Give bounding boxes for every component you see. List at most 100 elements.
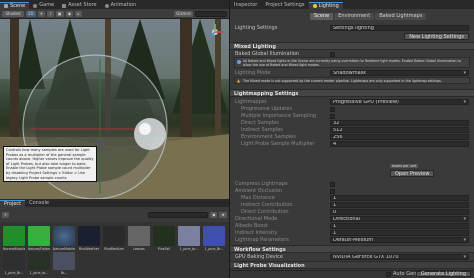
indirect-contribution-input[interactable]: 1 (330, 202, 469, 208)
asset-item[interactable]: 1_pine_br... (178, 226, 200, 251)
asset-item[interactable]: Leaves (128, 226, 150, 251)
asset-label: PineTall (157, 247, 171, 251)
subtab-baked-lightmaps[interactable]: Baked Lightmaps (375, 13, 427, 20)
asset-label: Nature/FoldedNorm (28, 247, 50, 251)
generate-lighting-button[interactable]: Generate Lighting (415, 271, 471, 277)
new-lighting-settings-button[interactable]: New Lighting Settings (404, 33, 469, 40)
mixed-lighting-header[interactable]: Mixed Lighting (230, 42, 474, 50)
light-probe-multiplier-input[interactable]: 4 (330, 141, 469, 147)
asset-thumbnail (53, 226, 75, 246)
direct-contribution-input[interactable]: 0 (330, 209, 469, 215)
tab-label: Project (4, 200, 22, 207)
auto-generate-checkbox[interactable] (386, 271, 391, 277)
asset-thumbnail (28, 252, 50, 270)
asset-item[interactable]: RhoMedium (103, 226, 125, 251)
2d-toggle[interactable]: 2D (26, 10, 36, 17)
asset-item[interactable]: Nature/FoldedNorm (28, 226, 50, 251)
indirect-samples-row: Indirect Samples 512 (235, 127, 469, 133)
light-probe-tooltip: Controls how many samples are used for L… (3, 146, 97, 183)
asset-item[interactable]: Br... (53, 252, 75, 275)
camera-settings-icon[interactable]: ⌂ (75, 10, 82, 17)
baked-gi-checkbox[interactable] (330, 51, 335, 57)
indirect-intensity-input[interactable]: 1 (330, 230, 469, 236)
tab-label: Inspector (234, 2, 258, 8)
favorite-icon[interactable]: ★ (219, 211, 227, 218)
progressive-updates-row: Progressive Updates (235, 106, 469, 112)
tab-project[interactable]: Project (0, 200, 26, 207)
albedo-boost-input[interactable]: 1 (330, 223, 469, 229)
effects-dropdown-icon[interactable]: ▣ (55, 10, 64, 17)
subtab-scene[interactable]: Scene (310, 13, 334, 20)
hidden-objects-icon[interactable]: ◉ (65, 10, 74, 17)
filter-icon[interactable]: ◆ (210, 211, 218, 218)
tab-console[interactable]: Console (25, 200, 53, 207)
gpu-device-dropdown[interactable]: NVIDIA GeForce GTX 1070 (330, 254, 469, 260)
environment-samples-row: Environment Samples 256 (235, 134, 469, 140)
progressive-updates-checkbox[interactable] (330, 106, 335, 112)
asset-item[interactable]: 1_pine_Br... (203, 226, 225, 251)
info-icon (237, 60, 241, 64)
texels-hint: texels per unit (390, 164, 419, 168)
asset-grid: NormalMobile Nature/FoldedNorm NatureMob… (0, 222, 229, 278)
lightmapper-dropdown[interactable]: Progressive GPU (Preview) (330, 99, 469, 105)
lighting-mode-label: Lighting Mode (235, 70, 271, 76)
direct-samples-input[interactable]: 32 (330, 120, 469, 126)
open-preview-button[interactable]: Open Preview (390, 170, 435, 177)
scene-search-input[interactable] (195, 10, 227, 17)
indirect-intensity-row: Indirect Intensity 1 (235, 230, 469, 236)
lightmapping-header[interactable]: Lightmapping Settings (230, 89, 474, 97)
max-distance-input[interactable]: 1 (330, 195, 469, 201)
audio-toggle-icon[interactable]: ♪ (47, 10, 54, 17)
lighting-mode-dropdown[interactable]: Shadowmask (330, 70, 469, 76)
asset-item[interactable]: NatureMobile (53, 226, 75, 251)
asset-thumbnail (128, 226, 150, 246)
tab-game[interactable]: Game (29, 2, 58, 9)
setting-label: Multiple Importance Sampling (241, 113, 317, 119)
tab-inspector[interactable]: Inspector (230, 2, 261, 9)
setting-label: Albedo Boost (235, 223, 268, 229)
lighting-settings-field[interactable]: Settings lighting (330, 25, 469, 31)
asset-item[interactable]: PineTall (153, 226, 175, 251)
shading-mode-dropdown[interactable]: Shaded (2, 10, 24, 17)
light-probe-visualization-header[interactable]: Light Probe Visualization (230, 261, 474, 269)
indirect-samples-input[interactable]: 512 (330, 127, 469, 133)
asset-label: RhoWeather (78, 247, 100, 251)
add-asset-button[interactable]: + (2, 211, 10, 218)
asset-label: RhoMedium (104, 247, 124, 251)
scene-tab-bar: Scene Game Asset Store Animation (0, 0, 229, 9)
tab-lighting[interactable]: Lighting (308, 2, 343, 9)
max-distance-row: Max Distance 1 (235, 195, 469, 201)
gizmos-dropdown[interactable]: Gizmos (174, 10, 193, 17)
asset-item[interactable]: 1_pine_br... (28, 252, 50, 275)
tab-project-settings[interactable]: Project Settings (261, 2, 308, 9)
mixed-warning-note: ▲ The Mixed mode is not supported by the… (234, 77, 470, 84)
directional-mode-dropdown[interactable]: Directional (330, 216, 469, 222)
project-search-input[interactable] (148, 211, 209, 218)
tab-animation[interactable]: Animation (101, 2, 141, 9)
tab-label: Asset Store (68, 2, 97, 8)
asset-item[interactable]: 1_pine_Br... (3, 252, 25, 275)
ambient-occlusion-checkbox[interactable] (330, 188, 335, 194)
tab-scene[interactable]: Scene (0, 2, 30, 9)
asset-label: Br... (60, 271, 68, 275)
workflow-header[interactable]: Workflow Settings (230, 245, 474, 253)
lighting-toggle-icon[interactable]: ☀ (37, 10, 46, 17)
environment-samples-input[interactable]: 256 (330, 134, 469, 140)
tab-asset-store[interactable]: Asset Store (58, 2, 100, 9)
compress-lightmaps-checkbox[interactable] (330, 181, 335, 187)
asset-item[interactable]: NormalMobile (3, 226, 25, 251)
lightmap-parameters-dropdown[interactable]: Default-Medium (330, 237, 469, 243)
orientation-gizmo-icon[interactable] (205, 22, 225, 42)
gpu-device-label: GPU Baking Device (235, 254, 283, 260)
asset-item[interactable]: RhoWeather (78, 226, 100, 251)
scene-toolbar: Shaded 2D ☀ ♪ ▣ ◉ ⌂ Gizmos (0, 9, 229, 19)
tab-label: Project Settings (265, 2, 305, 8)
subtab-environment[interactable]: Environment (334, 13, 375, 20)
mis-checkbox[interactable] (330, 113, 335, 119)
setting-label: Lightmap Parameters (235, 237, 289, 243)
setting-label: Ambient Occlusion (235, 188, 282, 194)
setting-label: Lightmapper (235, 99, 267, 105)
asset-label: 1_pine_Br... (204, 247, 224, 251)
lighting-icon (312, 4, 317, 8)
setting-label: Compress Lightmaps (235, 181, 288, 187)
